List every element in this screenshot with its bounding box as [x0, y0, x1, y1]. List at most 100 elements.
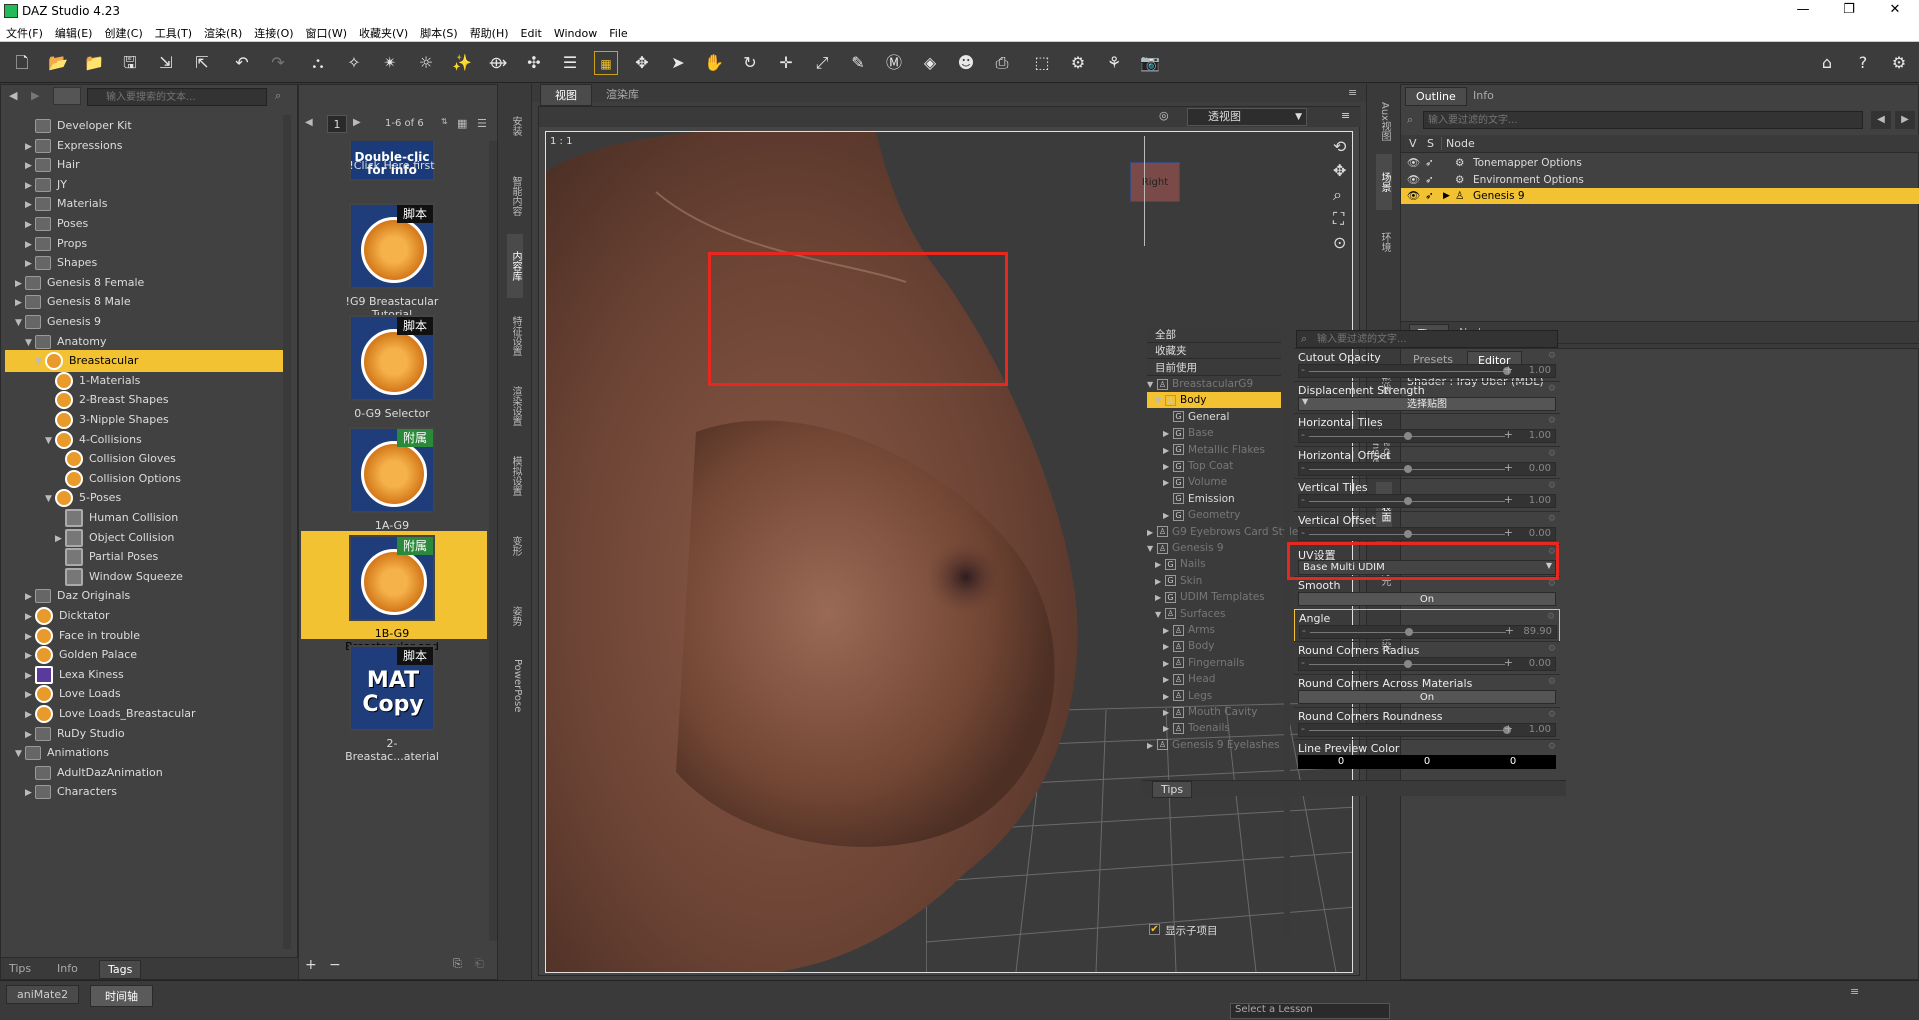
- joint-icon[interactable]: ✣: [522, 51, 546, 75]
- property-slider[interactable]: - +1.00: [1298, 493, 1556, 509]
- minus-icon[interactable]: -: [1301, 493, 1305, 506]
- header-node[interactable]: Node: [1441, 137, 1475, 150]
- thumbnail-image[interactable]: MAT Copy 脚本: [349, 645, 435, 731]
- property-row[interactable]: Angle ⚙ - +89.90: [1294, 608, 1560, 642]
- expand-arrow-icon[interactable]: ▶: [1163, 672, 1173, 688]
- merge-file-icon[interactable]: 📁: [82, 51, 106, 75]
- slider-knob[interactable]: [1404, 660, 1412, 669]
- list-view-icon[interactable]: ☰: [477, 117, 487, 130]
- menu-render[interactable]: 渲染(R): [198, 22, 248, 41]
- toggle-button[interactable]: On: [1298, 690, 1556, 704]
- expand-arrow-icon[interactable]: ▶: [1163, 705, 1173, 721]
- expand-arrow-icon[interactable]: ▶: [1163, 459, 1173, 475]
- plus-icon[interactable]: +: [1504, 428, 1513, 441]
- menu-window-en[interactable]: Window: [548, 24, 603, 40]
- copy-icon[interactable]: ⎘: [453, 957, 462, 971]
- header-visible[interactable]: V: [1409, 137, 1417, 150]
- property-slider[interactable]: - +0.00: [1298, 461, 1556, 476]
- import-icon[interactable]: ⇲: [154, 51, 178, 75]
- tab-scene-info[interactable]: Info: [1473, 89, 1494, 102]
- property-gear-icon[interactable]: ⚙: [1548, 677, 1556, 687]
- thumbnail-image[interactable]: 附属: [349, 535, 435, 621]
- page-number-field[interactable]: 1: [327, 115, 347, 133]
- lesson-dropdown[interactable]: Select a Lesson: [1230, 1003, 1390, 1019]
- library-scrollbar[interactable]: [283, 115, 291, 949]
- slider-knob[interactable]: [1404, 497, 1412, 506]
- minus-icon[interactable]: -: [1301, 428, 1305, 441]
- open-file-icon[interactable]: 📂: [46, 51, 70, 75]
- render-settings-icon[interactable]: ⚙: [1066, 51, 1090, 75]
- spot-light-icon[interactable]: ☼: [414, 51, 438, 75]
- side-tab[interactable]: 特征设置: [507, 304, 523, 368]
- camera-dropdown[interactable]: 透视图 ▼: [1187, 108, 1307, 126]
- surface-layer-item[interactable]: ▶ G Volume: [1147, 474, 1281, 490]
- property-row[interactable]: Line Preview Color ⚙ 0 0 0: [1294, 739, 1560, 772]
- plus-icon[interactable]: +: [1504, 526, 1513, 539]
- side-tab[interactable]: 内容库: [507, 234, 523, 298]
- tab-info[interactable]: Info: [57, 962, 78, 975]
- plus-icon[interactable]: +: [1504, 656, 1513, 669]
- grid-icon[interactable]: ▦: [594, 51, 618, 75]
- property-gear-icon[interactable]: ⚙: [1548, 449, 1556, 459]
- viewport-options-icon[interactable]: ≡: [1341, 109, 1350, 122]
- thumbnail-item[interactable]: 脚本 0-G9 Selector: [301, 311, 487, 420]
- tab-animate2[interactable]: aniMate2: [6, 985, 80, 1004]
- property-row[interactable]: Displacement Strength ⚙ 选择贴图 ▼: [1294, 380, 1560, 414]
- thumbnail-image[interactable]: 脚本: [349, 315, 435, 401]
- timeline-menu-icon[interactable]: ≡: [1850, 985, 1859, 998]
- surface-layer-item[interactable]: ▶ ♙ G9 Eyebrows Card Style...: [1147, 524, 1308, 540]
- save-icon[interactable]: 🖫: [118, 51, 142, 75]
- color-channel-field[interactable]: 0: [1470, 755, 1556, 770]
- rotate-icon[interactable]: ↻: [738, 51, 762, 75]
- surface-layer-item[interactable]: ▶ G Skin: [1147, 573, 1281, 589]
- pointer-icon[interactable]: ➶: [1425, 155, 1434, 171]
- surface-layer-item[interactable]: ▼ ♙ Genesis 9: [1147, 540, 1281, 556]
- expand-arrow-icon[interactable]: ▶: [1163, 656, 1173, 672]
- grid-view-icon[interactable]: ▦: [457, 117, 467, 130]
- surface-layer-item[interactable]: ▶ G Base: [1147, 425, 1281, 441]
- select-rect-icon[interactable]: ⬚: [1030, 51, 1054, 75]
- toggle-button[interactable]: On: [1298, 592, 1556, 607]
- expand-arrow-icon[interactable]: ▼: [1147, 541, 1157, 557]
- prev-page-icon[interactable]: ◀: [305, 117, 313, 128]
- surface-layer-item[interactable]: ▼ ♙ BreastacularG9: [1147, 376, 1281, 392]
- surface-layer-item[interactable]: ▶ G Metallic Flakes: [1147, 442, 1281, 458]
- side-tab[interactable]: 模拟设置: [507, 444, 523, 508]
- minus-icon[interactable]: -: [1302, 624, 1306, 637]
- expand-arrow-icon[interactable]: ▶: [1163, 443, 1173, 459]
- frame-icon[interactable]: ⛶: [1333, 209, 1344, 229]
- library-tree-item[interactable]: ▶ Characters: [5, 781, 283, 803]
- export-icon[interactable]: ⇱: [190, 51, 214, 75]
- camera-view-icon[interactable]: ◎: [1159, 109, 1169, 122]
- surface-layer-item[interactable]: ▶ ♙ Head: [1147, 671, 1281, 687]
- property-row[interactable]: Round Corners Radius ⚙ - +0.00: [1294, 641, 1560, 674]
- align-icon[interactable]: ☰: [558, 51, 582, 75]
- pan-icon[interactable]: ✥: [1333, 161, 1346, 180]
- transfer-icon[interactable]: ⟴: [486, 51, 510, 75]
- side-tab[interactable]: 变形: [507, 514, 523, 578]
- expand-arrow-icon[interactable]: ▶: [1155, 574, 1165, 590]
- camera-icon[interactable]: 📷: [1138, 51, 1162, 75]
- side-tab[interactable]: 安装: [507, 94, 523, 158]
- side-tab[interactable]: 环境: [1376, 214, 1392, 270]
- camera-add-icon[interactable]: ⎙: [990, 51, 1014, 75]
- thumbnail-item[interactable]: MAT Copy 脚本 2-Breastac...aterial: [301, 641, 487, 763]
- surface-layer-item[interactable]: ▶ ♙ Genesis 9 Eyelashes: [1147, 737, 1281, 753]
- minus-icon[interactable]: -: [1301, 363, 1305, 376]
- side-tab[interactable]: 渲染设置: [507, 374, 523, 438]
- expand-arrow-icon[interactable]: ▶: [1163, 508, 1173, 524]
- new-file-icon[interactable]: 🗋: [10, 51, 34, 75]
- spin-icon[interactable]: ⇅: [441, 117, 448, 126]
- menu-help[interactable]: 帮助(H): [464, 22, 515, 41]
- minus-icon[interactable]: -: [1301, 656, 1305, 669]
- render-icon[interactable]: ⚘: [1102, 51, 1126, 75]
- back-icon[interactable]: ◀: [9, 89, 17, 102]
- surface-selection-icon[interactable]: ◈: [918, 51, 942, 75]
- surface-layer-item[interactable]: ▶ ♙ Toenails: [1147, 720, 1281, 736]
- plus-icon[interactable]: +: [1504, 461, 1513, 474]
- thumbnail-image[interactable]: 脚本: [349, 203, 435, 289]
- property-gear-icon[interactable]: ⚙: [1548, 384, 1556, 394]
- choose-map-button[interactable]: 选择贴图: [1298, 396, 1556, 411]
- scene-node-row[interactable]: 👁 ➶ ⚙ Tonemapper Options: [1401, 155, 1919, 171]
- surface-layer-item[interactable]: ▶ G Top Coat: [1147, 458, 1281, 474]
